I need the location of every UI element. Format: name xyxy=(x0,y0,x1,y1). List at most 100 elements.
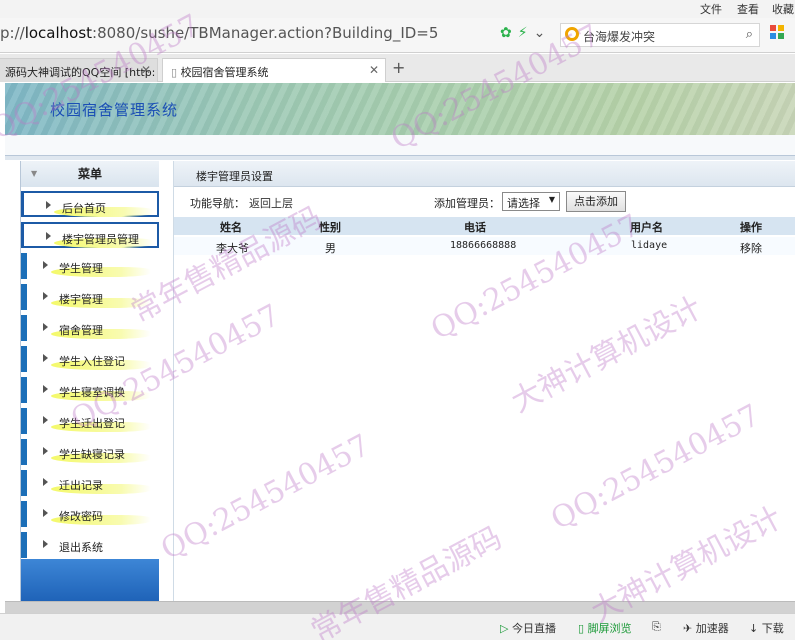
arrow-right-icon xyxy=(43,478,48,486)
main-content: 楼宇管理员设置 功能导航： 返回上层 添加管理员： 请选择 ▼ 点击添加 姓名 … xyxy=(173,161,795,601)
tab-qq-space[interactable]: 源码大神调试的QQ空间 [http: ✕ xyxy=(0,58,158,82)
sidebar-item-label: 楼宇管理 xyxy=(59,293,103,306)
tab-label: 源码大神调试的QQ空间 [http: xyxy=(5,66,156,79)
live-button[interactable]: ▷ 今日直播 xyxy=(500,620,556,636)
arrow-right-icon xyxy=(46,201,51,209)
sidebar-header-label: 菜单 xyxy=(77,167,102,181)
screen-browse-label: 脚屏浏览 xyxy=(587,622,632,635)
arrow-right-icon xyxy=(43,416,48,424)
download-label: 下载 xyxy=(761,622,784,635)
menu-file[interactable]: 文件 xyxy=(700,1,722,17)
url-path: :8080/sushe/TBManager.action?Building_ID… xyxy=(92,24,439,42)
browser-window: 文件 查看 收藏 p://localhost:8080/sushe/TBMana… xyxy=(0,0,795,640)
col-name: 姓名 xyxy=(220,221,242,234)
speed-mode-icon[interactable]: ⚡ xyxy=(518,25,528,41)
screen-browse-button[interactable]: ▯ 脚屏浏览 xyxy=(578,620,632,636)
sidebar-header: ▼ 菜单 xyxy=(21,161,159,187)
col-gender: 性别 xyxy=(319,221,341,234)
search-engine-icon xyxy=(565,27,579,41)
arrow-right-icon xyxy=(43,385,48,393)
horizontal-scrollbar[interactable] xyxy=(5,601,795,613)
dropdown-chevron-icon[interactable]: ⌄ xyxy=(534,25,546,41)
item-marker xyxy=(21,408,27,434)
menu-favorites[interactable]: 收藏 xyxy=(772,1,794,17)
search-suggestion[interactable]: 台海爆发冲突 xyxy=(583,28,655,45)
arrow-right-icon xyxy=(43,354,48,362)
sidebar-item-buildings[interactable]: 楼宇管理 xyxy=(21,284,159,310)
tab-label: 校园宿舍管理系统 xyxy=(180,66,269,79)
sidebar-item-label: 学生迁出登记 xyxy=(59,417,125,430)
back-link[interactable]: 返回上层 xyxy=(249,195,293,211)
item-marker xyxy=(21,315,27,341)
sidebar-item-home[interactable]: 后台首页 xyxy=(21,191,159,217)
cell-phone: 18866668888 xyxy=(450,240,517,251)
remove-link[interactable]: 移除 xyxy=(740,240,762,256)
table-row: 李大爷 男 18866668888 lidaye 移除 xyxy=(174,237,795,255)
search-icon[interactable]: ⌕ xyxy=(746,27,753,42)
compat-mode-icon[interactable]: ✿ xyxy=(500,25,512,41)
admin-select-value: 请选择 xyxy=(507,197,540,210)
item-marker xyxy=(21,253,27,279)
search-box[interactable]: 台海爆发冲突 ⌕ xyxy=(560,23,760,47)
address-bar: p://localhost:8080/sushe/TBManager.actio… xyxy=(0,18,795,53)
url-prefix: p:// xyxy=(0,24,25,42)
sidebar-menu: ▼ 菜单 后台首页 楼宇管理员管理 学生管理 楼宇管理 宿舍管理 学生入住登记 xyxy=(20,161,159,601)
apps-grid-icon[interactable] xyxy=(770,25,786,41)
sidebar-item-label: 学生寝室调换 xyxy=(59,386,125,399)
admin-select[interactable]: 请选择 ▼ xyxy=(502,192,560,211)
sidebar-item-building-admin[interactable]: 楼宇管理员管理 xyxy=(21,222,159,248)
sidebar-item-label: 退出系统 xyxy=(59,541,103,554)
accelerator-label: 加速器 xyxy=(695,622,729,635)
add-admin-button[interactable]: 点击添加 xyxy=(566,191,626,212)
download-button[interactable]: ↓ 下载 xyxy=(749,620,784,636)
document-icon: ▯ xyxy=(171,66,178,79)
item-marker xyxy=(21,532,27,558)
item-marker xyxy=(21,284,27,310)
arrow-right-icon xyxy=(43,323,48,331)
cell-username: lidaye xyxy=(631,240,668,251)
app-title: 校园宿舍管理系统 xyxy=(50,101,179,119)
banner-divider xyxy=(5,155,795,160)
sidebar-item-checkin[interactable]: 学生入住登记 xyxy=(21,346,159,372)
item-marker xyxy=(21,377,27,403)
collapse-arrow-icon[interactable]: ▼ xyxy=(31,161,37,187)
sidebar-item-label: 学生入住登记 xyxy=(59,355,125,368)
new-tab-button[interactable]: + xyxy=(392,58,405,77)
col-action: 操作 xyxy=(740,221,762,234)
sidebar-item-dorms[interactable]: 宿舍管理 xyxy=(21,315,159,341)
col-username: 用户名 xyxy=(630,221,663,234)
sidebar-item-checkout-records[interactable]: 迁出记录 xyxy=(21,470,159,496)
sidebar-item-absence[interactable]: 学生缺寝记录 xyxy=(21,439,159,465)
item-marker xyxy=(21,470,27,496)
function-nav: 功能导航： 返回上层 添加管理员： 请选择 ▼ 点击添加 xyxy=(174,189,795,215)
sidebar-item-label: 学生管理 xyxy=(59,262,103,275)
app-banner: 校园宿舍管理系统 xyxy=(5,83,795,135)
arrow-right-icon xyxy=(43,292,48,300)
sidebar-item-label: 修改密码 xyxy=(59,510,103,523)
close-icon[interactable]: ✕ xyxy=(141,63,151,77)
add-admin-label: 添加管理员： xyxy=(434,197,500,210)
play-icon: ▷ xyxy=(500,622,509,635)
nav-label: 功能导航： xyxy=(190,197,245,210)
menu-view[interactable]: 查看 xyxy=(737,1,759,17)
sidebar-item-change-password[interactable]: 修改密码 xyxy=(21,501,159,527)
download-icon: ↓ xyxy=(749,622,759,635)
sidebar-item-label: 学生缺寝记录 xyxy=(59,448,125,461)
close-icon[interactable]: ✕ xyxy=(369,63,379,77)
caret-down-icon: ▼ xyxy=(548,195,555,204)
tab-dorm-system[interactable]: ▯ 校园宿舍管理系统 ✕ xyxy=(162,58,386,82)
sidebar-item-checkout[interactable]: 学生迁出登记 xyxy=(21,408,159,434)
capture-icon[interactable]: ⎘ xyxy=(652,620,661,634)
url-field[interactable]: p://localhost:8080/sushe/TBManager.actio… xyxy=(0,24,520,46)
sidebar-item-room-swap[interactable]: 学生寝室调换 xyxy=(21,377,159,403)
col-phone: 电话 xyxy=(464,221,486,234)
page-title: 楼宇管理员设置 xyxy=(196,170,273,183)
sidebar-item-logout[interactable]: 退出系统 xyxy=(21,532,159,558)
accelerator-button[interactable]: ✈ 加速器 xyxy=(683,620,729,636)
url-host: localhost xyxy=(24,24,93,42)
sidebar-item-students[interactable]: 学生管理 xyxy=(21,253,159,279)
table-header: 姓名 性别 电话 用户名 操作 xyxy=(174,217,795,235)
arrow-right-icon xyxy=(43,509,48,517)
content-header: 楼宇管理员设置 xyxy=(174,161,795,187)
sidebar-item-label: 楼宇管理员管理 xyxy=(62,233,139,246)
